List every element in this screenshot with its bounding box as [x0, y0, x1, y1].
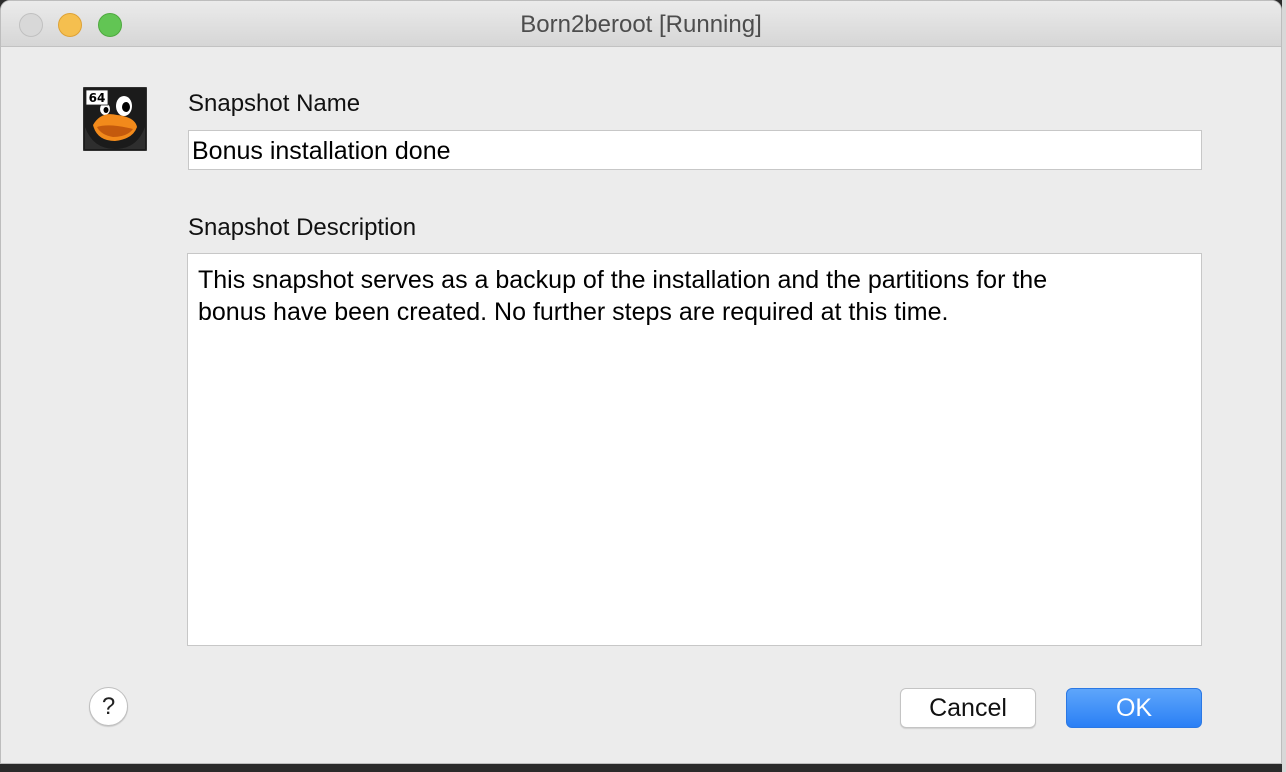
snapshot-name-input[interactable]: Bonus installation done — [188, 130, 1202, 170]
window-title: Born2beroot [Running] — [520, 11, 762, 38]
title-bar: Born2beroot [Running] — [1, 1, 1281, 47]
ok-button[interactable]: OK — [1066, 688, 1202, 728]
cancel-button[interactable]: Cancel — [900, 688, 1036, 728]
snapshot-description-textarea[interactable]: This snapshot serves as a backup of the … — [187, 253, 1202, 646]
snapshot-dialog: Born2beroot [Running] 64 Snapshot Name B… — [0, 0, 1282, 764]
vm-architecture-badge: 64 — [89, 91, 106, 105]
help-button[interactable]: ? — [89, 687, 128, 726]
linux-tux-icon: 64 — [83, 87, 147, 151]
snapshot-name-label: Snapshot Name — [188, 90, 361, 117]
background-window-edge — [1282, 0, 1286, 772]
snapshot-description-label: Snapshot Description — [188, 214, 417, 241]
